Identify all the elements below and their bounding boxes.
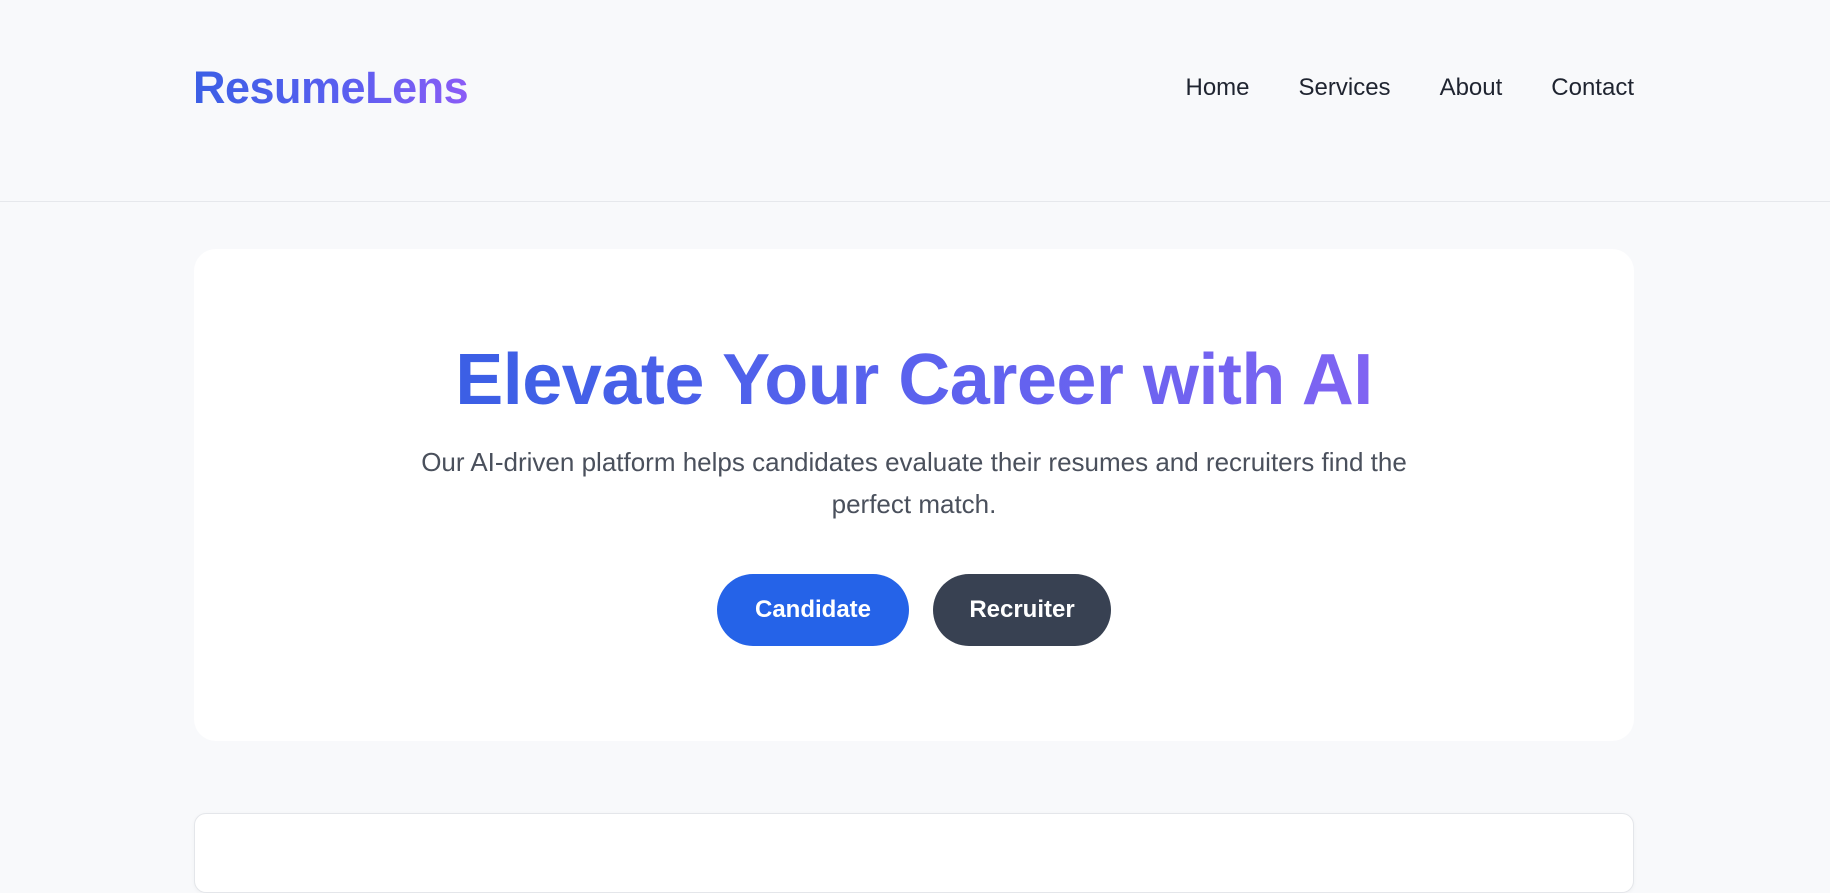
hero-title-text: Elevate Your Career with AI: [455, 340, 1373, 420]
logo[interactable]: ResumeLens: [193, 62, 469, 114]
nav-contact[interactable]: Contact: [1551, 74, 1634, 102]
next-section-card: [194, 813, 1634, 893]
nav-services[interactable]: Services: [1299, 74, 1391, 102]
hero-title: Elevate Your Career with AI: [194, 339, 1634, 421]
hero-buttons: Candidate Recruiter: [194, 574, 1634, 646]
site-header: ResumeLens Home Services About Contact: [0, 0, 1830, 202]
hero-card: Elevate Your Career with AI Our AI-drive…: [194, 249, 1634, 741]
nav-about[interactable]: About: [1440, 74, 1503, 102]
hero-subtitle: Our AI-driven platform helps candidates …: [421, 447, 1407, 519]
candidate-button[interactable]: Candidate: [717, 574, 909, 646]
main-nav: Home Services About Contact: [1186, 74, 1635, 102]
nav-home[interactable]: Home: [1186, 74, 1250, 102]
recruiter-button[interactable]: Recruiter: [933, 574, 1111, 646]
